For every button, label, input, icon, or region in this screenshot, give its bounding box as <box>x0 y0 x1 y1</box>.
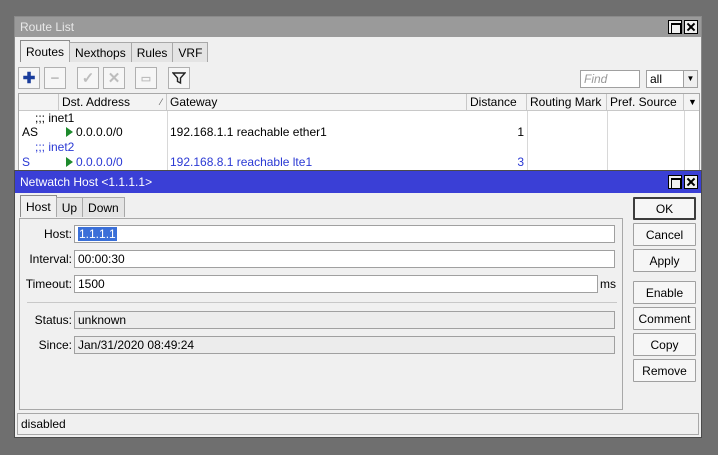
tab-up[interactable]: Up <box>55 197 84 217</box>
table-row[interactable]: AS 0.0.0.0/0 192.168.1.1 reachable ether… <box>19 125 699 140</box>
netwatch-titlebar[interactable]: Netwatch Host <1.1.1.1> <box>15 171 701 193</box>
host-input[interactable]: 1.1.1.1 <box>74 225 615 243</box>
interval-label: Interval: <box>29 252 72 266</box>
table-row-comment[interactable]: ;;; inet2 <box>19 140 699 155</box>
close-icon[interactable] <box>684 20 698 34</box>
route-gateway: 192.168.1.1 reachable ether1 <box>170 125 327 139</box>
chevron-down-icon[interactable]: ▼ <box>683 71 697 87</box>
maximize-icon[interactable] <box>668 20 682 34</box>
route-dst-address-text: 0.0.0.0/0 <box>76 125 123 139</box>
filter-select-value: all <box>650 72 663 86</box>
table-row[interactable]: S 0.0.0.0/0 192.168.8.1 reachable lte1 3 <box>19 155 699 170</box>
column-dst-address[interactable]: Dst. Address ⁄ <box>59 94 167 111</box>
route-table: Dst. Address ⁄ Gateway Distance Routing … <box>18 93 700 177</box>
remove-button[interactable]: − <box>44 67 66 89</box>
route-flags: AS <box>22 125 39 139</box>
route-distance: 1 <box>517 125 524 139</box>
timeout-label: Timeout: <box>25 277 72 291</box>
apply-button[interactable]: Apply <box>633 249 696 272</box>
status-field: unknown <box>74 311 615 329</box>
copy-button[interactable]: Copy <box>633 333 696 356</box>
enable-button[interactable]: ✓ <box>77 67 99 89</box>
remove-button[interactable]: Remove <box>633 359 696 382</box>
cancel-button[interactable]: Cancel <box>633 223 696 246</box>
column-distance[interactable]: Distance <box>467 94 527 111</box>
host-panel: Host: 1.1.1.1 Interval: 00:00:30 Timeout… <box>19 218 623 410</box>
enable-button[interactable]: Enable <box>633 281 696 304</box>
route-comment: ;;; inet1 <box>35 111 75 125</box>
route-list-tabs: Routes Nexthops Rules VRF <box>20 40 209 62</box>
divider <box>27 302 617 303</box>
route-dst-address-text: 0.0.0.0/0 <box>76 155 123 169</box>
route-comment: ;;; inet2 <box>35 140 75 154</box>
ok-button[interactable]: OK <box>633 197 696 220</box>
status-bar: disabled <box>17 413 699 435</box>
timeout-unit: ms <box>600 277 616 291</box>
netwatch-window-buttons <box>668 175 698 189</box>
route-dst-address: 0.0.0.0/0 <box>66 155 123 170</box>
route-toolbar: ✚ − ✓ ✕ ▭ Find all ▼ <box>18 67 700 91</box>
route-list-titlebar[interactable]: Route List <box>15 17 701 37</box>
netwatch-tabs: Host Up Down <box>20 195 125 217</box>
active-route-flag-icon <box>66 127 73 137</box>
filter-button[interactable] <box>168 67 190 89</box>
column-gateway[interactable]: Gateway <box>167 94 467 111</box>
tab-routes[interactable]: Routes <box>20 40 71 62</box>
route-gateway: 192.168.8.1 reachable lte1 <box>170 155 313 169</box>
route-dst-address: 0.0.0.0/0 <box>66 125 123 140</box>
disable-icon: ✕ <box>107 70 121 87</box>
host-label: Host: <box>43 227 72 241</box>
column-dropdown-icon[interactable]: ▼ <box>684 94 699 111</box>
add-button[interactable]: ✚ <box>18 67 40 89</box>
since-field: Jan/31/2020 08:49:24 <box>74 336 615 354</box>
tab-rules[interactable]: Rules <box>130 42 174 62</box>
comment-button[interactable]: ▭ <box>135 67 157 89</box>
host-input-value: 1.1.1.1 <box>78 227 117 241</box>
column-pref-source[interactable]: Pref. Source <box>607 94 684 111</box>
comment-button[interactable]: Comment <box>633 307 696 330</box>
filter-icon <box>172 72 186 85</box>
remove-icon: − <box>50 69 60 87</box>
route-list-window-buttons <box>668 20 698 34</box>
maximize-icon[interactable] <box>668 175 682 189</box>
tab-vrf[interactable]: VRF <box>172 42 209 62</box>
tab-down[interactable]: Down <box>82 197 125 217</box>
tab-host[interactable]: Host <box>20 195 57 217</box>
find-input[interactable]: Find <box>580 70 640 88</box>
route-list-window: Route List Routes Nexthops Rules VRF ✚ −… <box>14 16 702 177</box>
add-icon: ✚ <box>22 70 36 87</box>
timeout-input[interactable]: 1500 <box>74 275 598 293</box>
comment-icon: ▭ <box>140 72 152 85</box>
column-flags[interactable] <box>19 94 59 111</box>
enable-icon: ✓ <box>81 70 95 87</box>
filter-select[interactable]: all ▼ <box>646 70 698 88</box>
route-table-header: Dst. Address ⁄ Gateway Distance Routing … <box>19 94 699 111</box>
sort-icon: ⁄ <box>160 97 162 107</box>
disable-button[interactable]: ✕ <box>103 67 125 89</box>
tab-nexthops[interactable]: Nexthops <box>69 42 132 62</box>
close-icon[interactable] <box>684 175 698 189</box>
active-route-flag-icon <box>66 157 73 167</box>
route-distance: 3 <box>517 155 524 169</box>
route-list-title: Route List <box>20 20 75 34</box>
table-row-comment[interactable]: ;;; inet1 <box>19 111 699 126</box>
status-label: Status: <box>34 313 72 327</box>
column-routing-mark[interactable]: Routing Mark <box>527 94 607 111</box>
route-flags: S <box>22 155 31 169</box>
netwatch-title: Netwatch Host <1.1.1.1> <box>20 175 153 189</box>
since-label: Since: <box>38 338 72 352</box>
netwatch-host-window: Netwatch Host <1.1.1.1> Host Up Down Hos… <box>14 170 702 438</box>
interval-input[interactable]: 00:00:30 <box>74 250 615 268</box>
column-dst-address-label: Dst. Address <box>62 95 131 109</box>
